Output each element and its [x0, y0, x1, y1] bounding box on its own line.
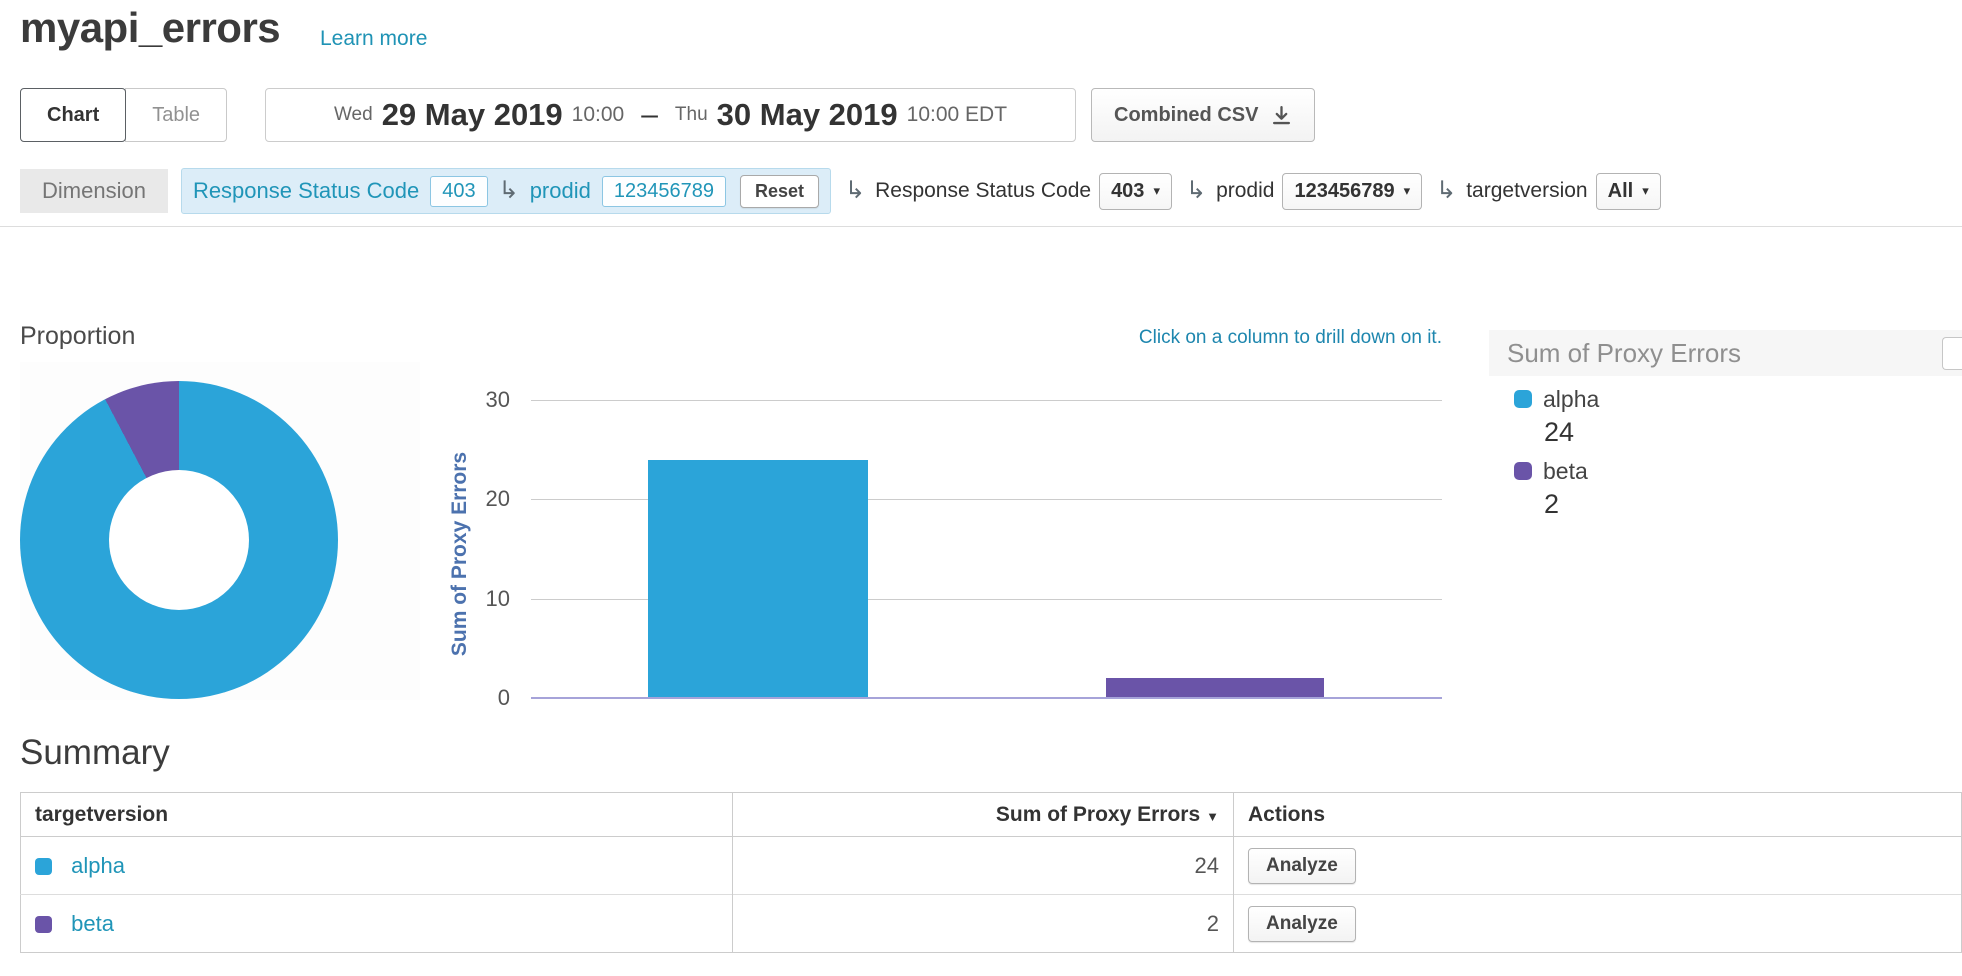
drilldown-group-status-code: ↳ Response Status Code 403 ▾	[845, 173, 1172, 210]
end-date: 30 May 2019	[717, 97, 898, 133]
gridline	[531, 400, 1442, 401]
sum-cell: 2	[733, 895, 1234, 953]
download-icon	[1271, 105, 1292, 126]
chart-toggle-button[interactable]: Chart	[20, 88, 126, 142]
summary-heading: Summary	[20, 733, 170, 773]
legend: alpha 24 beta 2	[1514, 386, 1599, 521]
beta-link[interactable]: beta	[71, 911, 114, 936]
legend-item-label: beta	[1543, 458, 1588, 485]
column-header-actions: Actions	[1234, 793, 1962, 837]
legend-item-label: alpha	[1543, 386, 1599, 413]
beta-swatch	[35, 916, 52, 933]
filter-breadcrumb[interactable]: Response Status Code 403 ↳ prodid 123456…	[181, 168, 831, 214]
y-axis-tick: 10	[438, 586, 510, 612]
bar-beta[interactable]	[1106, 678, 1324, 698]
table-header-row: targetversion Sum of Proxy Errors▼ Actio…	[21, 793, 1962, 837]
prodid-select[interactable]: 123456789 ▾	[1282, 173, 1422, 210]
dimension-filter-row: Dimension Response Status Code 403 ↳ pro…	[20, 168, 1661, 214]
drilldown-hint-text: Click on a column to drill down on it.	[900, 327, 1442, 349]
end-time: 10:00 EDT	[907, 103, 1007, 127]
reset-button[interactable]: Reset	[740, 175, 819, 208]
drilldown-group-prodid: ↳ prodid 123456789 ▾	[1186, 173, 1422, 210]
proportion-donut-chart[interactable]	[20, 381, 338, 699]
breadcrumb-label: prodid	[530, 178, 591, 204]
column-header-sum-proxy-errors[interactable]: Sum of Proxy Errors▼	[733, 793, 1234, 837]
page-title: myapi_errors	[20, 4, 280, 52]
breadcrumb-value[interactable]: 123456789	[602, 176, 726, 207]
combined-csv-button[interactable]: Combined CSV	[1091, 88, 1315, 142]
dimension-label: Dimension	[20, 169, 168, 213]
sum-cell: 24	[733, 837, 1234, 895]
date-range-picker[interactable]: Wed 29 May 2019 10:00 – Thu 30 May 2019 …	[265, 88, 1076, 142]
legend-header: Sum of Proxy Errors	[1489, 330, 1962, 376]
column-header-targetversion: targetversion	[21, 793, 733, 837]
targetversion-cell: beta	[21, 895, 733, 953]
analyze-button[interactable]: Analyze	[1248, 906, 1356, 942]
targetversion-cell: alpha	[21, 837, 733, 895]
table-row: beta 2 Analyze	[21, 895, 1962, 953]
drilldown-label: Response Status Code	[875, 179, 1091, 203]
bar-chart-plot-area	[531, 400, 1442, 698]
learn-more-link[interactable]: Learn more	[320, 27, 427, 51]
start-time: 10:00	[572, 103, 625, 127]
donut-hole	[109, 470, 249, 610]
legend-collapse-handle[interactable]	[1942, 337, 1962, 370]
legend-item: beta	[1514, 458, 1599, 484]
end-day: Thu	[675, 104, 708, 126]
drilldown-label: targetversion	[1466, 179, 1587, 203]
breadcrumb-label: Response Status Code	[193, 178, 419, 204]
legend-item: alpha	[1514, 386, 1599, 412]
breadcrumb-value[interactable]: 403	[430, 176, 487, 207]
chevron-down-icon: ▾	[1404, 183, 1411, 199]
drilldown-arrow-icon: ↳	[845, 179, 865, 203]
y-axis-label: Sum of Proxy Errors	[448, 452, 472, 656]
report-page: myapi_errors Learn more Chart Table Wed …	[0, 0, 1962, 976]
y-axis-tick: 20	[438, 486, 510, 512]
proportion-title: Proportion	[20, 322, 135, 351]
beta-swatch	[1514, 462, 1532, 480]
actions-cell: Analyze	[1234, 837, 1962, 895]
status-code-select-value: 403	[1111, 180, 1144, 203]
date-range-separator: –	[641, 98, 658, 132]
actions-cell: Analyze	[1234, 895, 1962, 953]
alpha-swatch	[1514, 390, 1532, 408]
alpha-link[interactable]: alpha	[71, 853, 125, 878]
section-divider	[0, 226, 1962, 227]
targetversion-select-value: All	[1608, 180, 1634, 203]
chevron-down-icon: ▾	[1642, 183, 1649, 199]
analyze-button[interactable]: Analyze	[1248, 848, 1356, 884]
drilldown-group-targetversion: ↳ targetversion All ▾	[1436, 173, 1661, 210]
drilldown-arrow-icon: ↳	[499, 179, 519, 203]
legend-item-value: 24	[1514, 417, 1599, 449]
toolbar: Chart Table Wed 29 May 2019 10:00 – Thu …	[20, 88, 1950, 142]
start-day: Wed	[334, 104, 373, 126]
y-axis-tick: 30	[438, 387, 510, 413]
table-row: alpha 24 Analyze	[21, 837, 1962, 895]
targetversion-select[interactable]: All ▾	[1596, 173, 1661, 210]
legend-item-value: 2	[1514, 489, 1599, 521]
y-axis-tick: 0	[438, 685, 510, 711]
combined-csv-label: Combined CSV	[1114, 104, 1258, 127]
table-toggle-button[interactable]: Table	[125, 88, 227, 142]
start-date: 29 May 2019	[382, 97, 563, 133]
view-toggle: Chart Table	[20, 88, 227, 142]
bar-alpha[interactable]	[648, 460, 868, 698]
status-code-select[interactable]: 403 ▾	[1099, 173, 1172, 210]
summary-table: targetversion Sum of Proxy Errors▼ Actio…	[20, 792, 1962, 953]
prodid-select-value: 123456789	[1294, 180, 1394, 203]
drilldown-arrow-icon: ↳	[1186, 179, 1206, 203]
x-axis-line	[531, 697, 1442, 699]
sort-descending-icon[interactable]: ▼	[1206, 809, 1219, 824]
drilldown-arrow-icon: ↳	[1436, 179, 1456, 203]
drilldown-label: prodid	[1216, 179, 1274, 203]
chevron-down-icon: ▾	[1153, 183, 1160, 199]
alpha-swatch	[35, 858, 52, 875]
